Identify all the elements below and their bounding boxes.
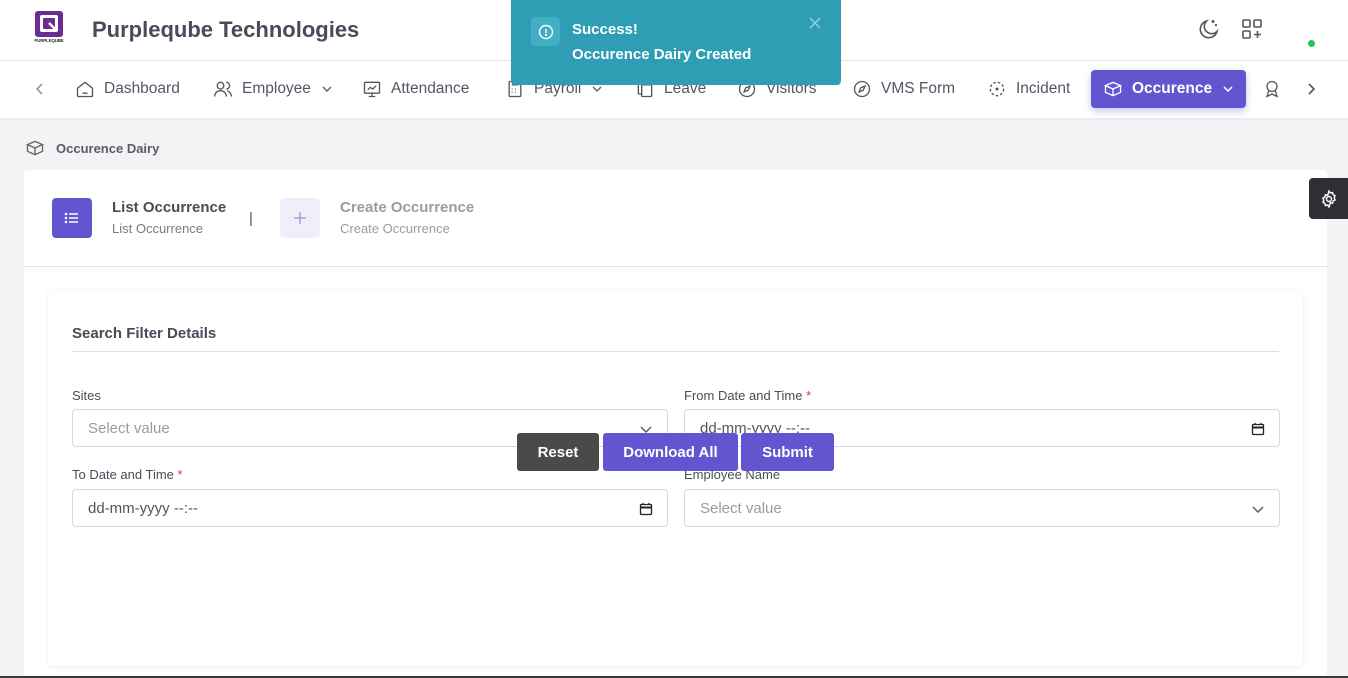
toast-title: Success!	[572, 21, 638, 38]
step-list-title[interactable]: List Occurrence	[112, 199, 226, 216]
settings-tab[interactable]	[1309, 178, 1348, 219]
award-icon[interactable]	[1262, 79, 1282, 99]
nav-item-vms-form[interactable]: VMS Form	[852, 70, 955, 108]
to-date-label-text: To Date and Time	[72, 467, 174, 482]
to-date-input[interactable]: dd-mm-yyyy --:--	[72, 489, 668, 527]
chevron-down-icon	[1223, 86, 1233, 93]
box-icon	[1103, 81, 1123, 97]
to-date-value: dd-mm-yyyy --:--	[88, 500, 198, 517]
chevron-down-icon	[322, 86, 332, 93]
list-icon	[64, 212, 78, 224]
nav-item-dashboard[interactable]: Dashboard	[75, 70, 180, 108]
employee-name-select[interactable]: Select value	[684, 489, 1280, 527]
step-separator: |	[249, 210, 253, 227]
presentation-icon	[363, 81, 381, 98]
toast-icon-box	[531, 17, 560, 46]
focus-icon	[989, 81, 1005, 97]
sites-placeholder: Select value	[88, 420, 170, 437]
filter-divider	[72, 351, 1279, 352]
brand-logo[interactable]: PURPLEQUBE	[30, 9, 68, 47]
nav-item-incident[interactable]: Incident	[987, 70, 1070, 108]
info-circle-icon	[538, 24, 553, 39]
breadcrumb-label: Occurence Dairy	[56, 140, 160, 156]
calendar-icon[interactable]	[639, 502, 653, 516]
search-filter-panel: Search Filter Details Sites Select value…	[48, 291, 1303, 666]
step-create-button[interactable]	[280, 198, 320, 238]
step-list-subtitle: List Occurrence	[112, 221, 204, 236]
nav-scroll-right-icon[interactable]	[1301, 79, 1321, 99]
required-mark: *	[177, 467, 183, 482]
home-icon	[76, 81, 94, 98]
success-toast: Success! Occurence Dairy Created	[511, 0, 841, 85]
nav-label: VMS Form	[881, 80, 956, 97]
nav-item-employee[interactable]: Employee	[213, 70, 333, 108]
reset-button[interactable]: Reset	[517, 433, 599, 471]
dark-mode-moon-icon[interactable]	[1197, 17, 1221, 41]
chevron-down-icon	[1252, 506, 1264, 513]
nav-scroll-left-icon[interactable]	[30, 79, 50, 99]
step-create-title[interactable]: Create Occurrence	[340, 199, 474, 216]
nav-item-occurence[interactable]: Occurence	[1091, 70, 1247, 108]
from-date-label: From Date and Time *	[684, 388, 811, 403]
required-mark: *	[806, 388, 812, 403]
nav-label: Dashboard	[104, 80, 180, 97]
gear-icon	[1321, 189, 1336, 208]
occurrence-card: List Occurrence List Occurrence | Create…	[24, 170, 1327, 678]
nav-label: Attendance	[391, 80, 470, 97]
box-icon	[25, 140, 45, 156]
to-date-label: To Date and Time *	[72, 467, 183, 482]
filter-title: Search Filter Details	[72, 325, 217, 342]
nav-item-attendance[interactable]: Attendance	[362, 70, 469, 108]
from-date-label-text: From Date and Time	[684, 388, 803, 403]
apps-grid-icon[interactable]	[1240, 17, 1264, 41]
users-icon	[214, 81, 232, 97]
online-status-dot	[1308, 40, 1315, 47]
sites-label: Sites	[72, 388, 101, 403]
nav-label: Occurence	[1132, 80, 1213, 97]
nav-label: Incident	[1016, 80, 1071, 97]
stepper: List Occurrence List Occurrence | Create…	[24, 170, 1327, 267]
brand-name: Purpleqube Technologies	[92, 17, 360, 42]
compass-icon	[853, 80, 871, 98]
calendar-icon[interactable]	[1251, 422, 1265, 436]
logo-text: PURPLEQUBE	[34, 38, 64, 43]
submit-button[interactable]: Submit	[741, 433, 834, 471]
breadcrumb: Occurence Dairy	[25, 138, 159, 158]
step-create-subtitle: Create Occurrence	[340, 221, 450, 236]
download-all-button[interactable]: Download All	[603, 433, 738, 471]
toast-message: Occurence Dairy Created	[572, 46, 752, 63]
close-icon[interactable]	[808, 16, 822, 30]
employee-placeholder: Select value	[700, 500, 782, 517]
nav-label: Employee	[242, 80, 311, 97]
step-list-button[interactable]	[52, 198, 92, 238]
plus-icon	[294, 212, 306, 224]
